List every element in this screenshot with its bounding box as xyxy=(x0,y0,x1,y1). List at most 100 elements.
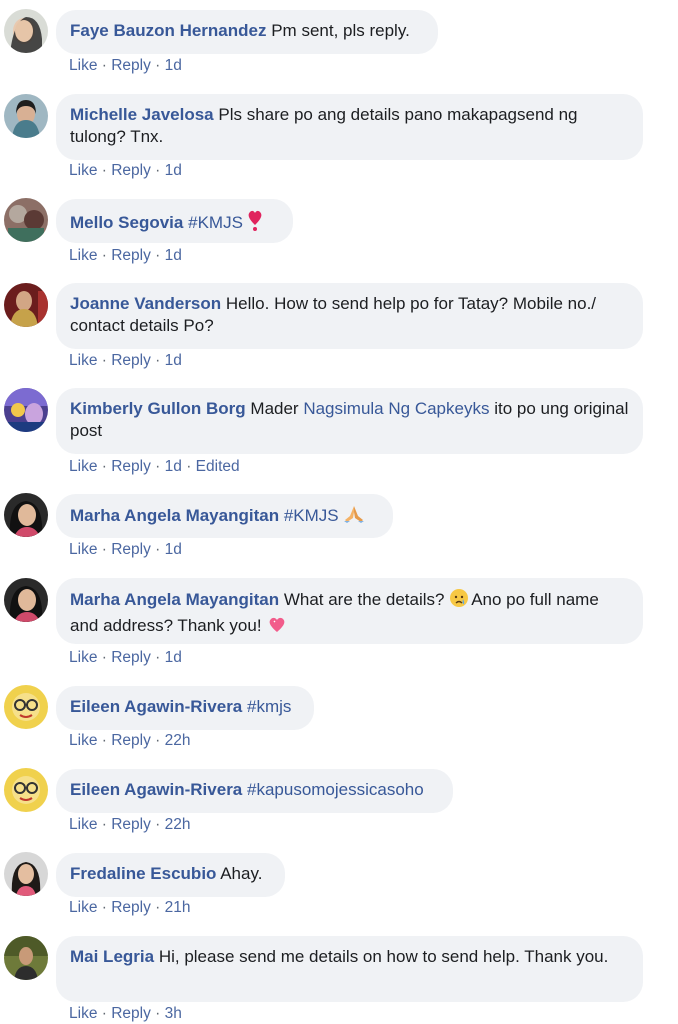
like-link[interactable]: Like xyxy=(69,1005,97,1022)
like-link[interactable]: Like xyxy=(69,732,97,749)
like-link[interactable]: Like xyxy=(69,57,97,74)
comment-author[interactable]: Fredaline Escubio xyxy=(70,864,216,883)
comment-bubble: Kimberly Gullon Borg Mader Nagsimula Ng … xyxy=(56,388,643,454)
comment-author[interactable]: Mai Legria xyxy=(70,947,154,966)
comment-author[interactable]: Marha Angela Mayangitan xyxy=(70,506,279,525)
comment-actions: Like · Reply · 1d xyxy=(69,57,182,75)
reply-link[interactable]: Reply xyxy=(111,732,151,749)
hashtag-link[interactable]: #kmjs xyxy=(247,697,291,716)
comment-author[interactable]: Mello Segovia xyxy=(70,213,183,232)
reply-link[interactable]: Reply xyxy=(111,649,151,666)
hashtag-link[interactable]: #KMJS xyxy=(284,506,339,525)
separator: · xyxy=(97,541,112,558)
timestamp[interactable]: 1d xyxy=(165,247,182,264)
like-link[interactable]: Like xyxy=(69,649,97,666)
separator: · xyxy=(181,458,196,475)
separator: · xyxy=(150,1005,165,1022)
separator: · xyxy=(150,458,165,475)
comment-bubble: Joanne Vanderson Hello. How to send help… xyxy=(56,283,643,349)
comment-text: What are the details? xyxy=(279,590,450,609)
timestamp[interactable]: 1d xyxy=(165,352,182,369)
comment-actions: Like · Reply · 3h xyxy=(69,1005,182,1023)
like-link[interactable]: Like xyxy=(69,899,97,916)
separator: · xyxy=(97,649,112,666)
avatar[interactable] xyxy=(4,578,48,622)
comment-text: Ahay. xyxy=(216,864,263,883)
avatar[interactable] xyxy=(4,685,48,729)
comment-bubble: Mello Segovia #KMJS xyxy=(56,199,293,243)
comment-actions: Like · Reply · 22h xyxy=(69,816,191,834)
avatar[interactable] xyxy=(4,283,48,327)
comment-author[interactable]: Michelle Javelosa xyxy=(70,105,214,124)
separator: · xyxy=(150,732,165,749)
timestamp[interactable]: 1d xyxy=(165,541,182,558)
comment-actions: Like · Reply · 1d xyxy=(69,247,182,265)
reply-link[interactable]: Reply xyxy=(111,247,151,264)
reply-link[interactable]: Reply xyxy=(111,899,151,916)
timestamp[interactable]: 22h xyxy=(165,732,191,749)
reply-link[interactable]: Reply xyxy=(111,1005,151,1022)
separator: · xyxy=(97,732,112,749)
comment-text: Pm sent, pls reply. xyxy=(266,21,410,40)
comment-bubble: Marha Angela Mayangitan #KMJS xyxy=(56,494,393,538)
avatar[interactable] xyxy=(4,493,48,537)
timestamp[interactable]: 1d xyxy=(165,162,182,179)
reply-link[interactable]: Reply xyxy=(111,57,151,74)
timestamp[interactable]: 1d xyxy=(165,649,182,666)
reply-link[interactable]: Reply xyxy=(111,352,151,369)
avatar[interactable] xyxy=(4,94,48,138)
avatar[interactable] xyxy=(4,198,48,242)
comment-actions: Like · Reply · 1d xyxy=(69,162,182,180)
separator: · xyxy=(150,649,165,666)
separator: · xyxy=(97,899,112,916)
comment-actions: Like · Reply · 1d xyxy=(69,352,182,370)
avatar[interactable] xyxy=(4,768,48,812)
comment-author[interactable]: Joanne Vanderson xyxy=(70,294,221,313)
timestamp[interactable]: 1d xyxy=(165,57,182,74)
like-link[interactable]: Like xyxy=(69,247,97,264)
comment-actions: Like · Reply · 21h xyxy=(69,899,191,917)
separator: · xyxy=(150,162,165,179)
reply-link[interactable]: Reply xyxy=(111,816,151,833)
like-link[interactable]: Like xyxy=(69,162,97,179)
avatar[interactable] xyxy=(4,9,48,53)
comment-author[interactable]: Faye Bauzon Hernandez xyxy=(70,21,267,40)
comment-actions: Like · Reply · 1d xyxy=(69,649,182,667)
reply-link[interactable]: Reply xyxy=(111,162,151,179)
separator: · xyxy=(150,352,165,369)
comment-actions: Like · Reply · 1d xyxy=(69,541,182,559)
sparkling-heart-icon xyxy=(266,614,288,640)
like-link[interactable]: Like xyxy=(69,352,97,369)
comment-bubble: Faye Bauzon Hernandez Pm sent, pls reply… xyxy=(56,10,438,54)
comment-text: Hi, please send me details on how to sen… xyxy=(154,947,609,966)
edited-link[interactable]: Edited xyxy=(196,458,240,475)
timestamp[interactable]: 1d xyxy=(165,458,182,475)
like-link[interactable]: Like xyxy=(69,816,97,833)
separator: · xyxy=(97,816,112,833)
crying-face-icon xyxy=(449,588,469,614)
separator: · xyxy=(150,247,165,264)
comment-actions: Like · Reply · 22h xyxy=(69,732,191,750)
separator: · xyxy=(150,541,165,558)
heart-exclamation-icon xyxy=(247,209,263,237)
comment-author[interactable]: Eileen Agawin-Rivera xyxy=(70,780,242,799)
reply-link[interactable]: Reply xyxy=(111,541,151,558)
avatar[interactable] xyxy=(4,936,48,980)
comment-author[interactable]: Marha Angela Mayangitan xyxy=(70,590,279,609)
comment-bubble: Mai Legria Hi, please send me details on… xyxy=(56,936,643,1002)
mention-link[interactable]: Nagsimula Ng Capkeyks xyxy=(303,399,489,418)
hashtag-link[interactable]: #KMJS xyxy=(188,213,243,232)
comment-bubble: Michelle Javelosa Pls share po ang detai… xyxy=(56,94,643,160)
timestamp[interactable]: 3h xyxy=(165,1005,182,1022)
reply-link[interactable]: Reply xyxy=(111,458,151,475)
comment-author[interactable]: Eileen Agawin-Rivera xyxy=(70,697,242,716)
timestamp[interactable]: 22h xyxy=(165,816,191,833)
timestamp[interactable]: 21h xyxy=(165,899,191,916)
avatar[interactable] xyxy=(4,388,48,432)
avatar[interactable] xyxy=(4,852,48,896)
separator: · xyxy=(97,1005,112,1022)
like-link[interactable]: Like xyxy=(69,541,97,558)
comment-author[interactable]: Kimberly Gullon Borg xyxy=(70,399,246,418)
like-link[interactable]: Like xyxy=(69,458,97,475)
hashtag-link[interactable]: #kapusomojessicasoho xyxy=(247,780,424,799)
